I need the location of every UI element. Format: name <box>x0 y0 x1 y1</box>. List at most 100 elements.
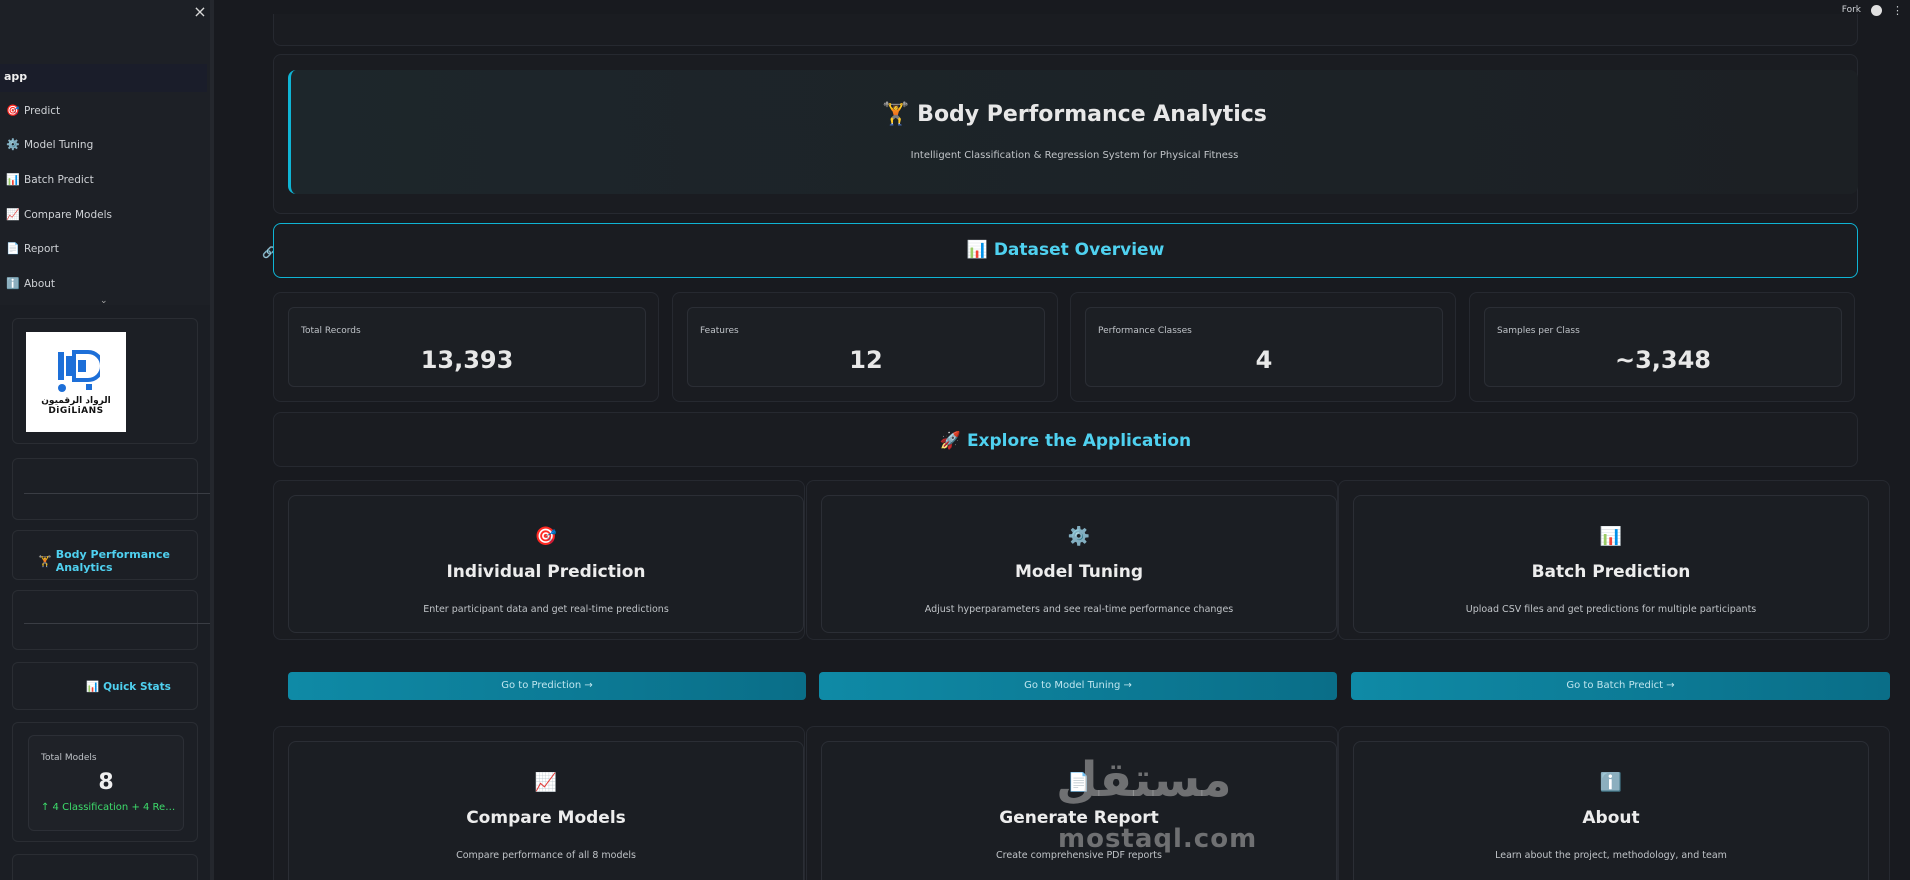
feature-card-batch-prediction: 📊 Batch Prediction Upload CSV files and … <box>1338 480 1890 640</box>
divider <box>24 493 210 494</box>
stat-value: 4 <box>1255 346 1273 374</box>
github-icon[interactable] <box>1871 4 1882 16</box>
sidebar-scrollbar[interactable] <box>211 0 214 400</box>
feature-title: Generate Report <box>999 808 1159 828</box>
gear-icon: ⚙️ <box>1067 526 1091 547</box>
sidebar-item-label: Compare Models <box>24 209 112 221</box>
stat-value: 13,393 <box>420 346 514 374</box>
stat-inner: Performance Classes 4 <box>1085 307 1443 387</box>
sidebar-item-label: Report <box>24 243 59 255</box>
feature-inner: 📈 Compare Models Compare performance of … <box>288 741 804 880</box>
dataset-overview-title: 📊 Dataset Overview <box>274 240 1857 260</box>
stat-value: ~3,348 <box>1614 346 1712 374</box>
gear-icon: ⚙️ <box>6 138 20 151</box>
divider-card <box>12 458 198 520</box>
main-menu-icon[interactable]: ⋮ <box>1892 4 1903 17</box>
hero-title-text: Body Performance Analytics <box>917 102 1267 127</box>
sidebar-item-label: Predict <box>24 105 61 117</box>
sidebar: × app 🎯 Predict ⚙️ Model Tuning 📊 Batch … <box>0 0 214 880</box>
dataset-overview-text: Dataset Overview <box>993 240 1165 260</box>
stat-label: Features <box>700 326 739 336</box>
sidebar-item-predict[interactable]: 🎯 Predict <box>6 101 60 121</box>
stat-card-total-records: Total Records 13,393 <box>273 292 659 402</box>
bar-chart-icon: 📊 <box>6 173 20 186</box>
feature-desc: Create comprehensive PDF reports <box>996 850 1162 861</box>
stat-inner: Samples per Class ~3,348 <box>1484 307 1842 387</box>
feature-desc: Learn about the project, methodology, an… <box>1495 850 1727 861</box>
feature-inner: 📄 Generate Report Create comprehensive P… <box>821 741 1337 880</box>
document-icon: 📄 <box>6 242 20 255</box>
feature-desc: Adjust hyperparameters and see real-time… <box>924 604 1234 615</box>
divider <box>24 623 210 624</box>
logo-text-ar: الرواد الرقميون <box>41 396 111 406</box>
sidebar-brand-title: Body Performance Analytics <box>55 548 170 574</box>
logo-text-en: DiGiLiANS <box>48 406 104 416</box>
line-chart-icon: 📈 <box>534 772 558 793</box>
feature-card-compare-models: 📈 Compare Models Compare performance of … <box>273 726 805 880</box>
hero-subtitle: Intelligent Classification & Regression … <box>910 150 1239 161</box>
bar-chart-icon: 📊 <box>1599 526 1623 547</box>
stat-inner: Features 12 <box>687 307 1045 387</box>
feature-inner: 📊 Batch Prediction Upload CSV files and … <box>1353 495 1869 633</box>
rocket-icon: 🚀 <box>939 431 962 451</box>
feature-title: Model Tuning <box>1014 562 1144 582</box>
feature-card-about: ℹ️ About Learn about the project, method… <box>1338 726 1890 880</box>
explore-title: 🚀 Explore the Application <box>274 431 1857 451</box>
sidebar-item-batch-predict[interactable]: 📊 Batch Predict <box>6 170 94 190</box>
bar-chart-icon: 📊 <box>966 240 988 260</box>
feature-title: About <box>1582 808 1640 828</box>
stat-inner: Total Records 13,393 <box>288 307 646 387</box>
logo: الرواد الرقميون DiGiLiANS <box>26 332 126 432</box>
go-to-model-tuning-button[interactable]: Go to Model Tuning → <box>819 672 1337 700</box>
feature-inner: ℹ️ About Learn about the project, method… <box>1353 741 1869 880</box>
metric-delta: ↑ 4 Classification + 4 Regression <box>41 802 181 813</box>
weightlifter-icon: 🏋️ <box>38 554 52 568</box>
sidebar-item-label: Model Tuning <box>24 139 94 151</box>
sidebar-item-label: Batch Predict <box>24 174 94 186</box>
feature-title: Individual Prediction <box>446 562 646 582</box>
info-icon: ℹ️ <box>6 277 20 290</box>
explore-header: 🚀 Explore the Application <box>273 412 1858 467</box>
sidebar-item-model-tuning[interactable]: ⚙️ Model Tuning <box>6 135 93 155</box>
feature-title: Batch Prediction <box>1531 562 1691 582</box>
stat-label: Samples per Class <box>1497 326 1580 336</box>
sidebar-item-report[interactable]: 📄 Report <box>6 239 59 259</box>
explore-title-text: Explore the Application <box>966 431 1192 451</box>
feature-desc: Upload CSV files and get predictions for… <box>1465 604 1757 615</box>
metric-value: 8 <box>98 770 114 795</box>
logo-mark-icon <box>58 350 100 392</box>
feature-desc: Enter participant data and get real-time… <box>423 604 669 615</box>
top-block <box>273 14 1858 46</box>
stat-card-performance-classes: Performance Classes 4 <box>1070 292 1456 402</box>
stat-card-samples-per-class: Samples per Class ~3,348 <box>1469 292 1855 402</box>
quick-stats-heading: 📊 Quick Stats <box>86 680 171 694</box>
stat-card-features: Features 12 <box>672 292 1058 402</box>
feature-card-individual-prediction: 🎯 Individual Prediction Enter participan… <box>273 480 805 640</box>
app-root: × app 🎯 Predict ⚙️ Model Tuning 📊 Batch … <box>0 0 1910 880</box>
target-icon: 🎯 <box>6 104 20 117</box>
feature-inner: 🎯 Individual Prediction Enter participan… <box>288 495 804 633</box>
sidebar-item-compare-models[interactable]: 📈 Compare Models <box>6 205 112 225</box>
feature-inner: ⚙️ Model Tuning Adjust hyperparameters a… <box>821 495 1337 633</box>
quick-stats-title: Quick Stats <box>103 680 171 693</box>
dataset-overview-header: 📊 Dataset Overview <box>273 223 1858 278</box>
main-content: Fork ⋮ 🏋️ Body Performance Analytics Int… <box>218 0 1910 880</box>
document-icon: 📄 <box>1067 772 1091 793</box>
go-to-prediction-button[interactable]: Go to Prediction → <box>288 672 806 700</box>
go-to-batch-predict-button[interactable]: Go to Batch Predict → <box>1351 672 1890 700</box>
sidebar-item-about[interactable]: ℹ️ About <box>6 274 55 294</box>
feature-card-generate-report: 📄 Generate Report Create comprehensive P… <box>806 726 1338 880</box>
sidebar-item-app[interactable]: app <box>0 64 207 92</box>
expand-nav-icon[interactable]: ⌄ <box>100 296 108 306</box>
feature-title: Compare Models <box>466 808 626 828</box>
hero-title: 🏋️ Body Performance Analytics <box>291 102 1858 127</box>
divider-card <box>12 590 198 650</box>
close-sidebar-icon[interactable]: × <box>192 3 208 21</box>
sidebar-item-label: About <box>24 278 56 290</box>
stat-label: Performance Classes <box>1098 326 1192 336</box>
target-icon: 🎯 <box>534 526 558 547</box>
line-chart-icon: 📈 <box>6 208 20 221</box>
hero-banner: 🏋️ Body Performance Analytics Intelligen… <box>288 70 1858 194</box>
stat-value: 12 <box>849 346 883 374</box>
next-card <box>12 854 198 880</box>
